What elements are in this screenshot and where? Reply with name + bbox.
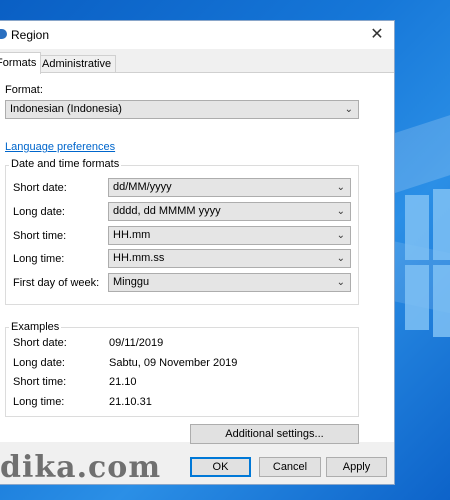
example-long-date-label: Long date: — [13, 357, 65, 369]
globe-icon — [0, 29, 7, 39]
title-bar: Region ✕ — [0, 21, 394, 49]
tab-formats[interactable]: Formats — [0, 52, 42, 74]
ok-button[interactable]: OK — [190, 457, 251, 477]
example-short-date-label: Short date: — [13, 337, 67, 349]
example-long-time-label: Long time: — [13, 396, 65, 408]
chevron-down-icon: ⌄ — [336, 206, 345, 217]
long-date-dropdown[interactable]: dddd, dd MMMM yyyy ⌄ — [108, 202, 351, 221]
format-value: Indonesian (Indonesia) — [10, 103, 122, 115]
example-short-time-value: 21.10 — [109, 376, 137, 388]
short-time-label: Short time: — [13, 230, 67, 242]
example-short-date-value: 09/11/2019 — [109, 337, 164, 349]
tab-administrative[interactable]: Administrative — [37, 55, 117, 73]
example-long-date-value: Sabtu, 09 November 2019 — [109, 357, 238, 369]
windows-logo-icon — [405, 189, 450, 337]
chevron-down-icon: ⌄ — [336, 230, 345, 241]
short-date-value: dd/MM/yyyy — [113, 181, 172, 193]
close-button[interactable]: ✕ — [366, 24, 388, 46]
long-time-dropdown[interactable]: HH.mm.ss ⌄ — [108, 249, 351, 268]
long-date-value: dddd, dd MMMM yyyy — [113, 205, 221, 217]
language-preferences-link[interactable]: Language preferences — [5, 141, 115, 153]
watermark-text: dika.com — [0, 450, 162, 485]
cancel-button[interactable]: Cancel — [259, 457, 321, 477]
date-time-group-title: Date and time formats — [9, 158, 122, 170]
additional-settings-button[interactable]: Additional settings... — [190, 424, 359, 444]
example-short-time-label: Short time: — [13, 376, 67, 388]
long-time-value: HH.mm.ss — [113, 252, 165, 264]
first-day-of-week-label: First day of week: — [13, 277, 100, 289]
formats-panel: Format: Indonesian (Indonesia) ⌄ Languag… — [0, 72, 394, 444]
chevron-down-icon: ⌄ — [336, 277, 345, 288]
short-time-value: HH.mm — [113, 229, 151, 241]
long-date-label: Long date: — [13, 206, 65, 218]
chevron-down-icon: ⌄ — [336, 253, 345, 264]
chevron-down-icon: ⌄ — [336, 182, 345, 193]
window-title: Region — [11, 28, 50, 42]
region-dialog: Region ✕ Formats Administrative Format: … — [0, 20, 395, 485]
short-time-dropdown[interactable]: HH.mm ⌄ — [108, 226, 351, 245]
first-day-of-week-value: Minggu — [113, 276, 150, 288]
first-day-of-week-dropdown[interactable]: Minggu ⌄ — [108, 273, 351, 292]
apply-button[interactable]: Apply — [326, 457, 387, 477]
desktop-light-beam — [395, 107, 450, 193]
long-time-label: Long time: — [13, 253, 65, 265]
format-dropdown[interactable]: Indonesian (Indonesia) ⌄ — [5, 100, 359, 119]
example-long-time-value: 21.10.31 — [109, 396, 152, 408]
chevron-down-icon: ⌄ — [344, 104, 353, 115]
format-label: Format: — [5, 84, 43, 96]
short-date-label: Short date: — [13, 182, 67, 194]
short-date-dropdown[interactable]: dd/MM/yyyy ⌄ — [108, 178, 351, 197]
examples-group-title: Examples — [9, 321, 62, 333]
close-icon: ✕ — [370, 26, 384, 43]
